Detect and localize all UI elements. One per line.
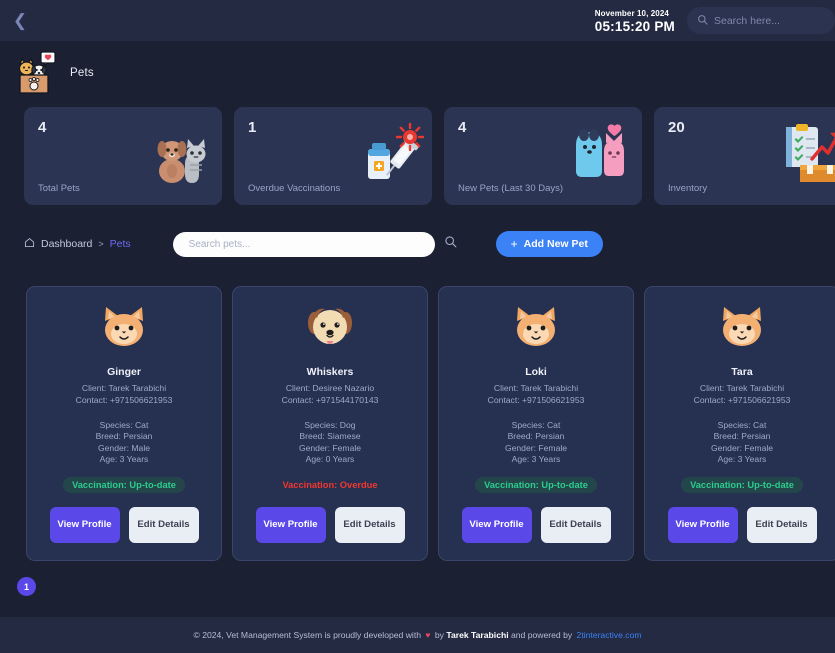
search-icon [697, 12, 708, 30]
pet-name: Whiskers [306, 366, 354, 378]
global-search-placeholder: Search here... [714, 14, 780, 27]
pet-gender: Gender: Female [504, 442, 568, 453]
pet-card[interactable]: Whiskers Client: Desiree Nazario Contact… [232, 286, 428, 561]
cat-face-icon [98, 301, 150, 353]
heart-icon: ♥ [425, 630, 431, 640]
pet-card-actions: View Profile Edit Details [255, 507, 405, 544]
pet-gender: Gender: Male [97, 442, 151, 453]
vaccination-status-badge: Vaccination: Overdue [282, 480, 378, 491]
pet-card[interactable]: Tara Client: Tarek Tarabichi Contact: +9… [644, 286, 835, 561]
pet-card-actions: View Profile Edit Details [667, 507, 817, 544]
current-time: 05:15:20 PM [594, 18, 675, 34]
clipboard-boxes-chart-icon [778, 121, 835, 187]
footer-text-before: © 2024, Vet Management System is proudly… [193, 630, 424, 640]
pet-breed: Breed: Persian [95, 431, 153, 442]
stat-label: Total Pets [38, 183, 80, 194]
footer-text-by: by [432, 630, 447, 640]
pet-cards-row: Ginger Client: Tarek Tarabichi Contact: … [0, 286, 835, 561]
top-bar: ❮ November 10, 2024 05:15:20 PM Search h… [0, 0, 835, 41]
pet-breed: Breed: Persian [713, 431, 771, 442]
footer: © 2024, Vet Management System is proudly… [0, 617, 835, 653]
view-profile-button[interactable]: View Profile [49, 507, 120, 544]
stat-cards-row: 4 Total Pets 1 Overdue Vaccinations 4 Ne… [0, 107, 835, 205]
stat-card-inventory[interactable]: 20 Inventory [654, 107, 835, 205]
pet-age: Age: 0 Years [305, 453, 355, 464]
search-icon[interactable] [444, 235, 457, 253]
two-pets-heart-icon [568, 121, 634, 187]
stat-label: New Pets (Last 30 Days) [458, 183, 564, 194]
pagination-page-1[interactable]: 1 [17, 577, 36, 596]
pet-contact: Contact: +971506621953 [75, 394, 173, 405]
pet-gender: Gender: Female [710, 442, 774, 453]
stat-label: Overdue Vaccinations [248, 183, 341, 194]
pet-species: Species: Cat [717, 420, 767, 430]
pet-client: Client: Tarek Tarabichi [493, 383, 579, 393]
pet-contact: Contact: +971506621953 [693, 394, 791, 405]
stat-card-overdue-vaccinations[interactable]: 1 Overdue Vaccinations [234, 107, 432, 205]
edit-details-button[interactable]: Edit Details [334, 507, 405, 544]
pet-search-group [172, 231, 457, 257]
view-profile-button[interactable]: View Profile [667, 507, 738, 544]
pet-name: Tara [731, 366, 753, 378]
back-chevron-icon[interactable]: ❮ [0, 0, 40, 41]
breadcrumb-pets: Pets [109, 238, 131, 250]
vaccination-status-badge: Vaccination: Up-to-date [63, 477, 185, 494]
pet-species: Species: Dog [304, 420, 356, 430]
dog-face-icon [304, 301, 356, 353]
breadcrumb: Dashboard > Pets [24, 237, 131, 251]
pet-contact: Contact: +971506621953 [487, 394, 585, 405]
global-search-box[interactable]: Search here... [687, 7, 835, 34]
home-icon[interactable] [24, 237, 35, 251]
pet-card-actions: View Profile Edit Details [49, 507, 199, 544]
pet-client: Client: Tarek Tarabichi [81, 383, 167, 393]
page-header: Pets [0, 41, 835, 105]
pet-card[interactable]: Loki Client: Tarek Tarabichi Contact: +9… [438, 286, 634, 561]
search-pets-input[interactable] [172, 231, 435, 257]
datetime-display: November 10, 2024 05:15:20 PM [595, 8, 677, 34]
footer-author: Tarek Tarabichi [446, 630, 509, 640]
pet-name: Ginger [107, 366, 141, 378]
pet-age: Age: 3 Years [717, 453, 767, 464]
page-title: Pets [70, 67, 94, 79]
pets-in-box-icon [16, 50, 62, 96]
syringe-vaccine-icon [358, 121, 425, 187]
pet-name: Loki [525, 366, 547, 378]
edit-details-button[interactable]: Edit Details [746, 507, 817, 544]
add-new-pet-label: Add New Pet [523, 238, 588, 250]
stat-card-new-pets[interactable]: 4 New Pets (Last 30 Days) [444, 107, 642, 205]
pet-gender: Gender: Female [298, 442, 362, 453]
view-profile-button[interactable]: View Profile [461, 507, 532, 544]
vaccination-status-badge: Vaccination: Up-to-date [681, 477, 803, 494]
dog-and-cat-icon [148, 121, 214, 187]
cat-face-icon [716, 301, 768, 353]
current-date: November 10, 2024 [594, 8, 669, 18]
pet-species: Species: Cat [511, 420, 561, 430]
plus-icon: + [510, 237, 518, 251]
stat-card-total-pets[interactable]: 4 Total Pets [24, 107, 222, 205]
pet-card[interactable]: Ginger Client: Tarek Tarabichi Contact: … [26, 286, 222, 561]
vaccination-status-badge: Vaccination: Up-to-date [475, 477, 597, 494]
pet-age: Age: 3 Years [99, 453, 149, 464]
pet-card-actions: View Profile Edit Details [461, 507, 611, 544]
breadcrumb-dashboard[interactable]: Dashboard [41, 238, 92, 250]
add-new-pet-button[interactable]: + Add New Pet [495, 231, 603, 257]
stat-label: Inventory [668, 183, 708, 194]
topbar-right-group: November 10, 2024 05:15:20 PM Search her… [595, 0, 835, 41]
pet-breed: Breed: Siamese [299, 431, 361, 442]
edit-details-button[interactable]: Edit Details [128, 507, 199, 544]
pet-breed: Breed: Persian [507, 431, 565, 442]
content-toolbar: Dashboard > Pets + Add New Pet [0, 221, 835, 267]
pet-contact: Contact: +971544170143 [281, 394, 379, 405]
pet-client: Client: Tarek Tarabichi [699, 383, 785, 393]
pet-species: Species: Cat [99, 420, 149, 430]
breadcrumb-separator: > [98, 239, 104, 249]
pagination: 1 [0, 577, 835, 596]
pet-client: Client: Desiree Nazario [285, 383, 375, 393]
cat-face-icon [510, 301, 562, 353]
view-profile-button[interactable]: View Profile [255, 507, 326, 544]
pet-age: Age: 3 Years [511, 453, 561, 464]
footer-link[interactable]: 2tinteractive.com [577, 630, 642, 640]
edit-details-button[interactable]: Edit Details [540, 507, 611, 544]
footer-text-after: and powered by [508, 630, 575, 640]
